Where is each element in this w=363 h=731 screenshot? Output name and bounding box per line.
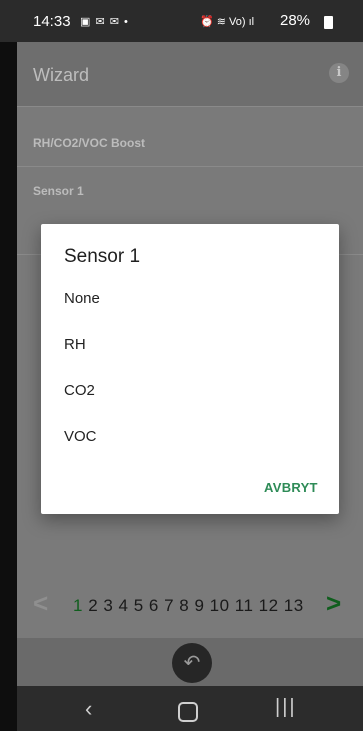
option-rh[interactable]: RH xyxy=(64,336,86,353)
bottom-bar: ↶ xyxy=(17,638,363,686)
battery-icon xyxy=(324,16,333,29)
pager: < 1 2 3 4 5 6 7 8 9 10 11 12 13 > xyxy=(17,588,363,624)
next-page-button[interactable]: > xyxy=(326,588,341,619)
sensor-select-dialog: Sensor 1 None RH CO2 VOC AVBRYT xyxy=(41,224,339,514)
system-nav-bar: ‹ ||| xyxy=(17,686,363,731)
divider xyxy=(17,106,363,107)
app-bar: Wizard i xyxy=(17,42,363,106)
nav-back-icon[interactable]: ‹ xyxy=(85,696,92,722)
prev-page-button[interactable]: < xyxy=(33,588,48,619)
page-numbers: 1 2 3 4 5 6 7 8 9 10 11 12 13 xyxy=(73,596,304,616)
status-bar: 14:33 ▣ ✉ ✉ • ⏰ ≋ Vo) ıl 28% xyxy=(0,0,363,42)
divider xyxy=(17,166,363,167)
option-voc[interactable]: VOC xyxy=(64,428,97,445)
section-label: RH/CO2/VOC Boost xyxy=(33,136,146,150)
current-page[interactable]: 1 xyxy=(73,596,83,615)
notification-icons: ▣ ✉ ✉ • xyxy=(80,16,129,28)
undo-back-icon[interactable]: ↶ xyxy=(172,643,212,683)
left-edge-strip xyxy=(0,42,17,731)
page-title: Wizard xyxy=(33,65,90,85)
option-co2[interactable]: CO2 xyxy=(64,382,95,399)
page-list[interactable]: 2 3 4 5 6 7 8 9 10 11 12 13 xyxy=(88,596,303,615)
status-time: 14:33 xyxy=(33,13,71,30)
battery-percent: 28% xyxy=(280,12,311,29)
sensor-field-label[interactable]: Sensor 1 xyxy=(33,184,84,198)
system-icons: ⏰ ≋ Vo) ıl xyxy=(200,16,255,28)
nav-recent-icon[interactable]: ||| xyxy=(275,696,297,719)
dialog-title: Sensor 1 xyxy=(64,246,141,267)
option-none[interactable]: None xyxy=(64,290,100,307)
info-icon[interactable]: i xyxy=(329,63,349,83)
cancel-button[interactable]: AVBRYT xyxy=(264,480,318,495)
nav-home-icon[interactable] xyxy=(178,702,198,722)
